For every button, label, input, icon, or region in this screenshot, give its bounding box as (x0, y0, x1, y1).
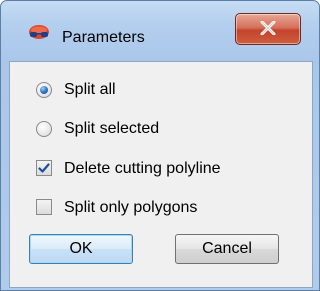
glasses-icon (28, 25, 50, 41)
close-button[interactable] (235, 13, 301, 45)
radio-icon (36, 121, 52, 137)
delete-cutting-polyline-label: Delete cutting polyline (64, 160, 221, 177)
split-selected-label: Split selected (64, 120, 160, 137)
split-only-polygons-label: Split only polygons (64, 199, 198, 216)
window-title: Parameters (62, 29, 145, 46)
delete-cutting-polyline-checkbox[interactable]: Delete cutting polyline (34, 158, 284, 180)
radio-icon (36, 82, 52, 98)
title-bar[interactable]: Parameters (1, 1, 319, 61)
ok-button[interactable]: OK (29, 234, 133, 264)
close-icon (260, 21, 276, 35)
parameters-dialog: Parameters Split all Split selected Dele… (0, 0, 320, 291)
checkbox-box (36, 199, 52, 215)
radio-selected-dot (40, 86, 48, 94)
split-selected-radio[interactable]: Split selected (34, 118, 224, 140)
checkmark-icon (38, 163, 50, 173)
split-all-label: Split all (64, 81, 116, 98)
split-only-polygons-checkbox[interactable]: Split only polygons (34, 197, 254, 219)
split-all-radio[interactable]: Split all (34, 79, 194, 101)
checkbox-box (36, 160, 52, 176)
cancel-button[interactable]: Cancel (175, 234, 279, 264)
